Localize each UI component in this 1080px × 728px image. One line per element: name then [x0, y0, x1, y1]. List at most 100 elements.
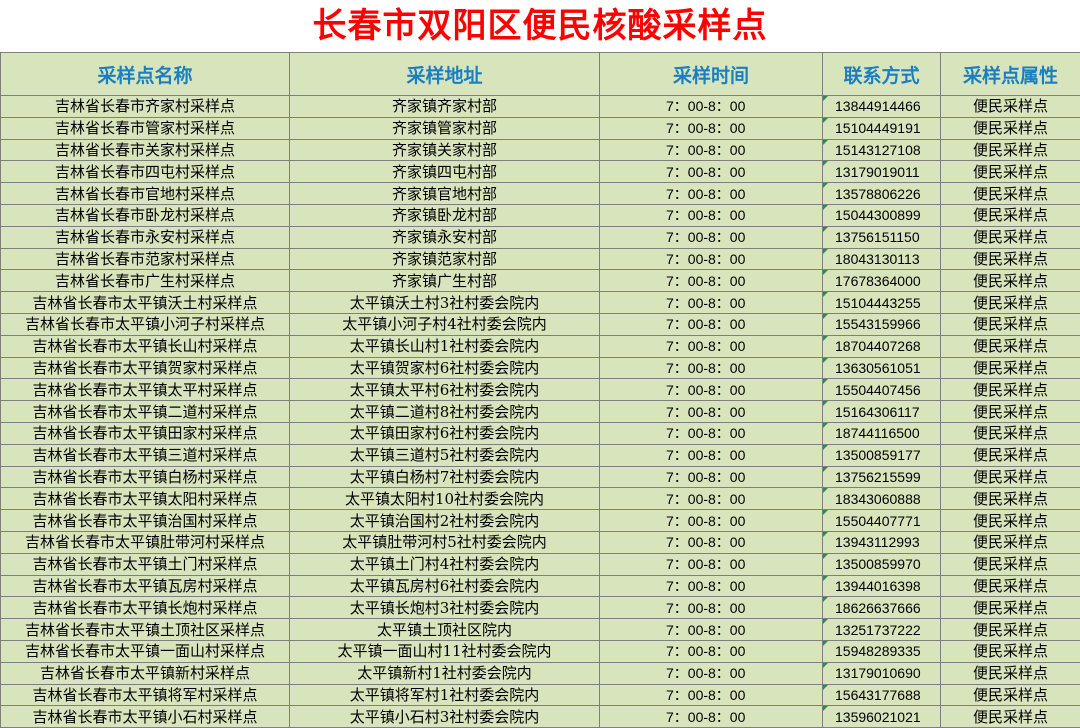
cell-type[interactable]: 便民采样点 [941, 466, 1080, 488]
cell-name[interactable]: 吉林省长春市太平镇三道村采样点 [1, 444, 290, 466]
cell-address[interactable]: 太平镇肚带河村5社村委会院内 [290, 531, 600, 553]
cell-type[interactable]: 便民采样点 [941, 204, 1080, 226]
cell-name[interactable]: 吉林省长春市广生村采样点 [1, 270, 290, 292]
cell-type[interactable]: 便民采样点 [941, 444, 1080, 466]
cell-type[interactable]: 便民采样点 [941, 270, 1080, 292]
cell-time[interactable]: 7：00-8：00 [600, 466, 823, 488]
cell-time[interactable]: 7：00-8：00 [600, 335, 823, 357]
cell-contact[interactable]: 18043130113 [823, 248, 941, 270]
cell-contact[interactable]: 13251737222 [823, 619, 941, 641]
cell-name[interactable]: 吉林省长春市卧龙村采样点 [1, 204, 290, 226]
cell-address[interactable]: 齐家镇齐家村部 [290, 96, 600, 118]
cell-name[interactable]: 吉林省长春市太平镇长炮村采样点 [1, 597, 290, 619]
cell-address[interactable]: 太平镇将军村1社村委会院内 [290, 684, 600, 706]
cell-name[interactable]: 吉林省长春市官地村采样点 [1, 183, 290, 205]
cell-time[interactable]: 7：00-8：00 [600, 575, 823, 597]
cell-name[interactable]: 吉林省长春市太平镇治国村采样点 [1, 510, 290, 532]
cell-time[interactable]: 7：00-8：00 [600, 117, 823, 139]
cell-time[interactable]: 7：00-8：00 [600, 531, 823, 553]
cell-address[interactable]: 太平镇太阳村10社村委会院内 [290, 488, 600, 510]
cell-time[interactable]: 7：00-8：00 [600, 619, 823, 641]
cell-type[interactable]: 便民采样点 [941, 684, 1080, 706]
cell-type[interactable]: 便民采样点 [941, 183, 1080, 205]
cell-type[interactable]: 便民采样点 [941, 226, 1080, 248]
cell-address[interactable]: 太平镇白杨村7社村委会院内 [290, 466, 600, 488]
cell-time[interactable]: 7：00-8：00 [600, 662, 823, 684]
cell-type[interactable]: 便民采样点 [941, 640, 1080, 662]
cell-contact[interactable]: 13500859177 [823, 444, 941, 466]
cell-time[interactable]: 7：00-8：00 [600, 139, 823, 161]
cell-time[interactable]: 7：00-8：00 [600, 226, 823, 248]
cell-type[interactable]: 便民采样点 [941, 292, 1080, 314]
cell-address[interactable]: 太平镇瓦房村6社村委会院内 [290, 575, 600, 597]
cell-type[interactable]: 便民采样点 [941, 488, 1080, 510]
cell-type[interactable]: 便民采样点 [941, 357, 1080, 379]
cell-contact[interactable]: 13944016398 [823, 575, 941, 597]
cell-type[interactable]: 便民采样点 [941, 662, 1080, 684]
cell-address[interactable]: 齐家镇永安村部 [290, 226, 600, 248]
header-contact[interactable]: 联系方式 [823, 53, 941, 96]
cell-contact[interactable]: 15164306117 [823, 401, 941, 423]
cell-address[interactable]: 太平镇沃土村3社村委会院内 [290, 292, 600, 314]
cell-contact[interactable]: 13179019011 [823, 161, 941, 183]
cell-type[interactable]: 便民采样点 [941, 313, 1080, 335]
cell-type[interactable]: 便民采样点 [941, 531, 1080, 553]
cell-time[interactable]: 7：00-8：00 [600, 292, 823, 314]
cell-address[interactable]: 太平镇贺家村6社村委会院内 [290, 357, 600, 379]
cell-type[interactable]: 便民采样点 [941, 510, 1080, 532]
cell-contact[interactable]: 18744116500 [823, 422, 941, 444]
cell-name[interactable]: 吉林省长春市范家村采样点 [1, 248, 290, 270]
cell-time[interactable]: 7：00-8：00 [600, 488, 823, 510]
cell-contact[interactable]: 18343060888 [823, 488, 941, 510]
cell-contact[interactable]: 15543159966 [823, 313, 941, 335]
cell-contact[interactable]: 13596021021 [823, 706, 941, 728]
cell-name[interactable]: 吉林省长春市太平镇白杨村采样点 [1, 466, 290, 488]
cell-contact[interactable]: 13844914466 [823, 96, 941, 118]
cell-address[interactable]: 齐家镇范家村部 [290, 248, 600, 270]
cell-type[interactable]: 便民采样点 [941, 401, 1080, 423]
cell-address[interactable]: 齐家镇管家村部 [290, 117, 600, 139]
cell-name[interactable]: 吉林省长春市管家村采样点 [1, 117, 290, 139]
cell-name[interactable]: 吉林省长春市太平镇肚带河村采样点 [1, 531, 290, 553]
cell-name[interactable]: 吉林省长春市太平镇一面山村采样点 [1, 640, 290, 662]
cell-contact[interactable]: 13179010690 [823, 662, 941, 684]
cell-type[interactable]: 便民采样点 [941, 161, 1080, 183]
cell-name[interactable]: 吉林省长春市关家村采样点 [1, 139, 290, 161]
cell-contact[interactable]: 15504407456 [823, 379, 941, 401]
cell-time[interactable]: 7：00-8：00 [600, 96, 823, 118]
header-name[interactable]: 采样点名称 [1, 53, 290, 96]
header-address[interactable]: 采样地址 [290, 53, 600, 96]
cell-contact[interactable]: 15044300899 [823, 204, 941, 226]
cell-address[interactable]: 太平镇一面山村11社村委会院内 [290, 640, 600, 662]
cell-address[interactable]: 太平镇长炮村3社村委会院内 [290, 597, 600, 619]
cell-address[interactable]: 太平镇土门村4社村委会院内 [290, 553, 600, 575]
cell-name[interactable]: 吉林省长春市太平镇太阳村采样点 [1, 488, 290, 510]
cell-name[interactable]: 吉林省长春市太平镇小石村采样点 [1, 706, 290, 728]
cell-type[interactable]: 便民采样点 [941, 597, 1080, 619]
cell-address[interactable]: 齐家镇关家村部 [290, 139, 600, 161]
cell-address[interactable]: 齐家镇四屯村部 [290, 161, 600, 183]
cell-address[interactable]: 太平镇新村1社村委会院内 [290, 662, 600, 684]
cell-contact[interactable]: 15504407771 [823, 510, 941, 532]
cell-type[interactable]: 便民采样点 [941, 619, 1080, 641]
cell-time[interactable]: 7：00-8：00 [600, 161, 823, 183]
cell-name[interactable]: 吉林省长春市太平镇太平村采样点 [1, 379, 290, 401]
cell-time[interactable]: 7：00-8：00 [600, 270, 823, 292]
cell-name[interactable]: 吉林省长春市太平镇新村采样点 [1, 662, 290, 684]
cell-name[interactable]: 吉林省长春市太平镇土门村采样点 [1, 553, 290, 575]
cell-address[interactable]: 齐家镇卧龙村部 [290, 204, 600, 226]
cell-time[interactable]: 7：00-8：00 [600, 248, 823, 270]
cell-time[interactable]: 7：00-8：00 [600, 422, 823, 444]
cell-address[interactable]: 太平镇土顶社区院内 [290, 619, 600, 641]
cell-type[interactable]: 便民采样点 [941, 117, 1080, 139]
cell-contact[interactable]: 17678364000 [823, 270, 941, 292]
cell-contact[interactable]: 15104443255 [823, 292, 941, 314]
cell-time[interactable]: 7：00-8：00 [600, 357, 823, 379]
cell-name[interactable]: 吉林省长春市太平镇田家村采样点 [1, 422, 290, 444]
cell-time[interactable]: 7：00-8：00 [600, 597, 823, 619]
cell-contact[interactable]: 13756151150 [823, 226, 941, 248]
cell-name[interactable]: 吉林省长春市永安村采样点 [1, 226, 290, 248]
cell-time[interactable]: 7：00-8：00 [600, 640, 823, 662]
cell-type[interactable]: 便民采样点 [941, 139, 1080, 161]
cell-type[interactable]: 便民采样点 [941, 96, 1080, 118]
